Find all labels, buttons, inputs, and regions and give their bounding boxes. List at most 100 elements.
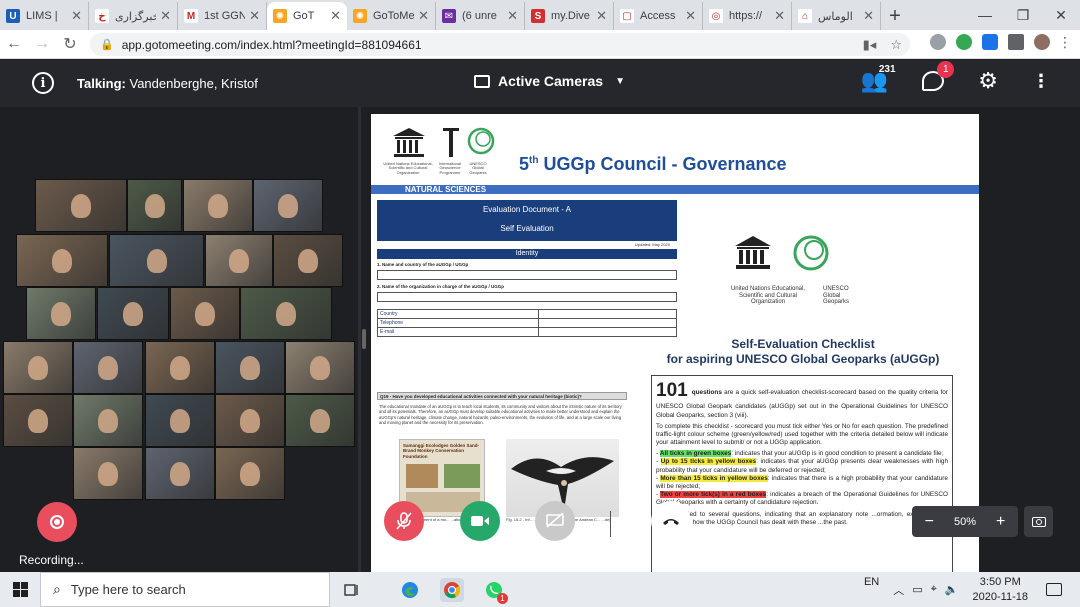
network-icon[interactable]: ⌖ [931,583,937,596]
tab-favicon-icon: ✉ [442,9,456,23]
task-view-icon[interactable] [340,578,364,602]
chat-button[interactable]: 1 [922,61,955,91]
tab-favicon-icon: ✺ [273,9,287,23]
start-button[interactable] [0,572,40,607]
participant-video-tile[interactable] [127,179,182,232]
tab-close-icon[interactable]: ✕ [418,8,429,24]
chrome-browser-icon[interactable] [440,578,464,602]
reload-icon[interactable]: ↻ [56,30,84,58]
mic-button[interactable] [384,501,424,541]
participant-video-tile[interactable] [3,394,73,447]
recording-button[interactable] [37,502,77,542]
zoom-out-button[interactable]: − [919,513,939,531]
active-cameras-dropdown[interactable]: Active Cameras ▼ [474,73,625,89]
back-icon[interactable]: ← [0,30,28,58]
browser-tab[interactable]: ✺ GoToMe ✕ [347,2,436,30]
participant-silhouette [298,249,318,273]
profile-avatar[interactable] [1034,34,1050,50]
close-window-icon[interactable]: ✕ [1042,0,1080,30]
browser-tab[interactable]: Smy.Dive ✕ [525,2,614,30]
edge-browser-icon[interactable] [398,578,422,602]
participant-video-tile[interactable] [170,287,240,340]
geoparks-logo [467,127,495,155]
restore-icon[interactable]: ❐ [1004,0,1042,30]
more-options-icon[interactable]: ⋮ [1032,71,1050,92]
minimize-icon[interactable]: — [966,0,1004,30]
volume-icon[interactable]: 🔈 [945,583,959,596]
clock[interactable]: 3:50 PM 2020-11-18 [973,575,1028,604]
participant-video-tile[interactable] [109,234,204,287]
participant-video-tile[interactable] [97,287,169,340]
tab-close-icon[interactable]: ✕ [596,8,607,24]
participant-video-tile[interactable] [215,341,285,394]
zoom-control: − 50% + [912,506,1018,537]
resize-handle[interactable] [362,329,366,349]
browser-tab[interactable]: ⌂ الوماس ✕ [792,2,881,30]
taskbar-search[interactable]: ⌕ Type here to search [40,572,330,607]
participant-video-tile[interactable] [273,234,343,287]
tab-close-icon[interactable]: ✕ [507,8,518,24]
participant-video-tile[interactable] [253,179,323,232]
battery-icon[interactable]: ▭ [912,583,922,596]
participant-video-tile[interactable] [183,179,253,232]
participant-video-tile[interactable] [3,341,73,394]
participant-silhouette [51,302,71,326]
participant-video-tile[interactable] [73,394,143,447]
browser-tab[interactable]: ✉ (6 unre ✕ [436,2,525,30]
tab-close-icon[interactable]: ✕ [774,8,785,24]
participant-video-tile[interactable] [35,179,127,232]
participant-video-tile[interactable] [73,447,143,500]
participant-silhouette [240,462,260,486]
browser-menu-icon[interactable]: ⋮ [1058,34,1072,51]
camera-button[interactable] [460,501,500,541]
zoom-in-button[interactable]: + [991,513,1011,531]
tab-close-icon[interactable]: ✕ [863,8,874,24]
browser-tab[interactable]: ▢ Access ✕ [614,2,703,30]
participant-video-tile[interactable] [145,341,215,394]
address-bar[interactable]: 🔒 app.gotomeeting.com/index.html?meeting… [90,33,910,56]
tab-close-icon[interactable]: ✕ [330,8,341,24]
tab-favicon-icon: U [6,9,20,23]
participant-video-tile[interactable] [73,341,143,394]
browser-tab[interactable]: M 1st GGN ✕ [178,2,267,30]
tab-close-icon[interactable]: ✕ [685,8,696,24]
whatsapp-icon[interactable]: 1 [482,578,508,604]
snapshot-button[interactable] [1024,506,1053,537]
forward-icon[interactable]: → [28,30,56,58]
participant-video-tile[interactable] [205,234,273,287]
extension-icon[interactable] [956,34,972,50]
participant-video-tile[interactable] [145,447,215,500]
notifications-icon[interactable] [1046,583,1062,596]
browser-tab[interactable]: U LIMS | ✕ [0,2,89,30]
tray-chevron-icon[interactable]: ︿ [893,582,904,598]
lock-icon: 🔒 [100,39,114,51]
participant-video-tile[interactable] [285,341,355,394]
participant-video-tile[interactable] [285,394,355,447]
browser-tab[interactable]: ✺ GoT ✕ [267,2,347,30]
puzzle-icon[interactable] [1008,34,1024,50]
bookmark-star-icon[interactable]: ☆ [890,37,902,53]
participant-video-tile[interactable] [240,287,332,340]
camera-permission-icon[interactable]: ▮◂ [863,37,877,53]
tab-title: GoToMe [373,10,415,22]
participant-video-tile[interactable] [145,394,215,447]
tab-close-icon[interactable]: ✕ [160,8,171,24]
settings-gear-icon[interactable]: ⚙ [978,68,998,94]
question-19-text: The educational mandate of an aUGGp is t… [379,404,622,425]
extension-icon[interactable] [982,34,998,50]
participant-video-tile[interactable] [215,447,285,500]
language-indicator[interactable]: EN [864,576,879,588]
participant-video-tile[interactable] [215,394,285,447]
participant-video-tile[interactable] [16,234,108,287]
screen-share-button[interactable] [535,501,575,541]
info-icon[interactable]: i [32,72,54,94]
participant-video-tile[interactable] [26,287,96,340]
leave-button[interactable] [651,501,691,541]
extension-icon[interactable] [930,34,946,50]
attendees-button[interactable]: 👥 231 [861,64,896,94]
tab-close-icon[interactable]: ✕ [249,8,260,24]
tab-close-icon[interactable]: ✕ [71,8,82,24]
browser-tab[interactable]: خ خبرگزاری ✕ [89,2,178,30]
new-tab-button[interactable]: + [881,2,909,30]
browser-tab[interactable]: ◎ https:// ✕ [703,2,792,30]
